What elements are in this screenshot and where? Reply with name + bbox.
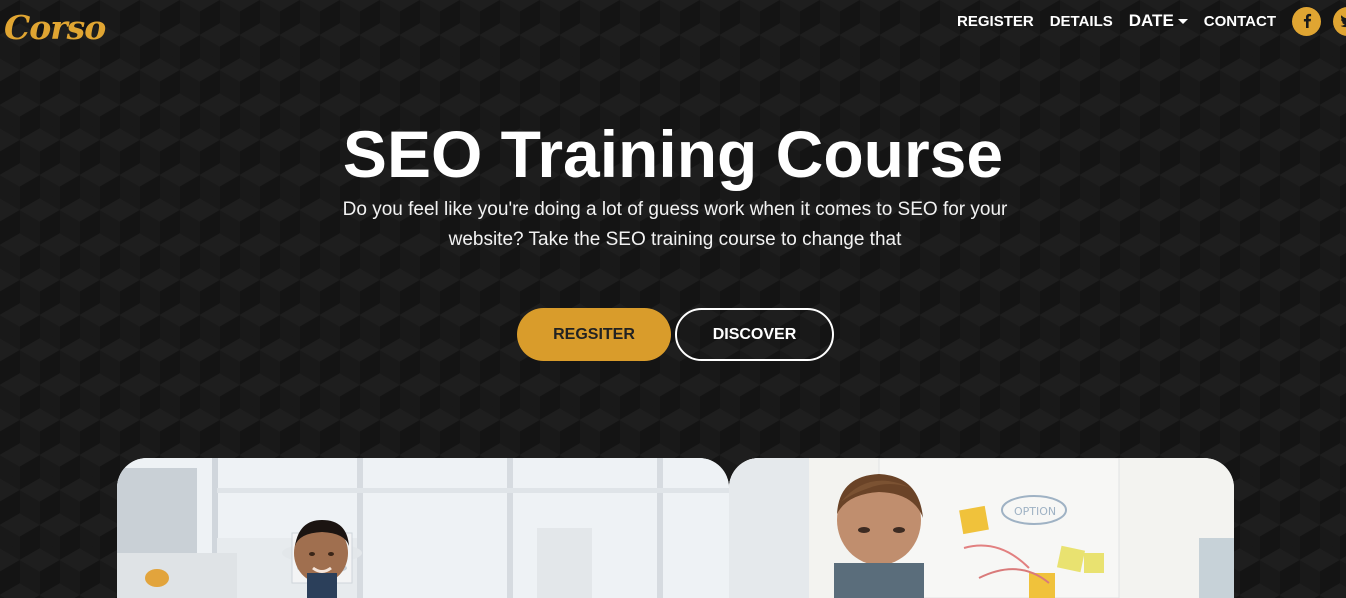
discover-button[interactable]: DISCOVER: [675, 308, 834, 361]
photo-man-at-whiteboard-with-sticky-notes: OPTION: [729, 458, 1234, 598]
nav-details[interactable]: DETAILS: [1050, 13, 1113, 30]
nav-date-label: DATE: [1128, 11, 1174, 30]
nav-register[interactable]: REGISTER: [957, 13, 1034, 30]
hero-title: SEO Training Course: [342, 117, 1004, 191]
nav-contact[interactable]: CONTACT: [1204, 13, 1276, 30]
nav-date-dropdown[interactable]: DATE: [1129, 11, 1188, 31]
svg-text:OPTION: OPTION: [1014, 505, 1056, 518]
photo-man-smiling-in-bright-office: [117, 458, 729, 598]
caret-down-icon: [1177, 18, 1188, 24]
hero-subtitle: Do you feel like you're doing a lot of g…: [342, 199, 1008, 250]
twitter-icon[interactable]: [1333, 6, 1346, 36]
course-photo-card-right: OPTION: [729, 458, 1234, 598]
main-nav: REGISTER DETAILS DATE CONTACT: [957, 4, 1346, 38]
course-photo-card-left: [117, 458, 729, 598]
site-logo[interactable]: Corso: [4, 8, 106, 47]
register-button[interactable]: REGSITER: [517, 308, 671, 361]
facebook-icon[interactable]: [1292, 6, 1321, 36]
